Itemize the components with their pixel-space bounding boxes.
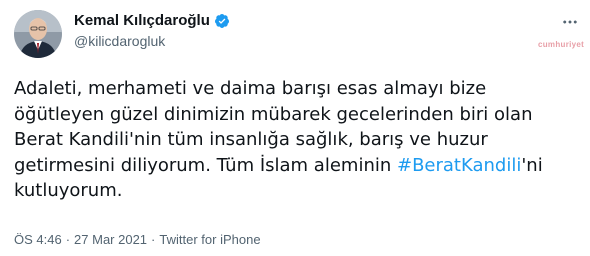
hashtag-link[interactable]: #BeratKandili: [397, 155, 521, 176]
tweet-text: Adaleti, merhameti ve daima barışı esas …: [14, 76, 544, 204]
tweet-source[interactable]: Twitter for iPhone: [159, 232, 260, 248]
tweet-time[interactable]: ÖS 4:46: [14, 232, 62, 248]
meta-separator: ·: [151, 232, 156, 247]
more-options-button[interactable]: [557, 9, 583, 35]
avatar[interactable]: [14, 10, 62, 58]
verified-badge-icon: [214, 13, 230, 29]
meta-separator: ·: [65, 232, 71, 247]
tweet-card: Kemal Kılıçdaroğlu @kilicdarogluk cumhur…: [0, 0, 590, 256]
tweet-date[interactable]: 27 Mar 2021: [74, 232, 147, 248]
author-name-text: Kemal Kılıçdaroğlu: [74, 12, 210, 29]
author-display-name[interactable]: Kemal Kılıçdaroğlu: [74, 11, 230, 31]
tweet-meta: ÖS 4:46 · 27 Mar 2021 · Twitter for iPho…: [14, 232, 261, 248]
watermark: cumhuriyet: [538, 40, 585, 49]
author-handle[interactable]: @kilicdarogluk: [74, 32, 165, 50]
more-options-icon: [563, 20, 577, 24]
